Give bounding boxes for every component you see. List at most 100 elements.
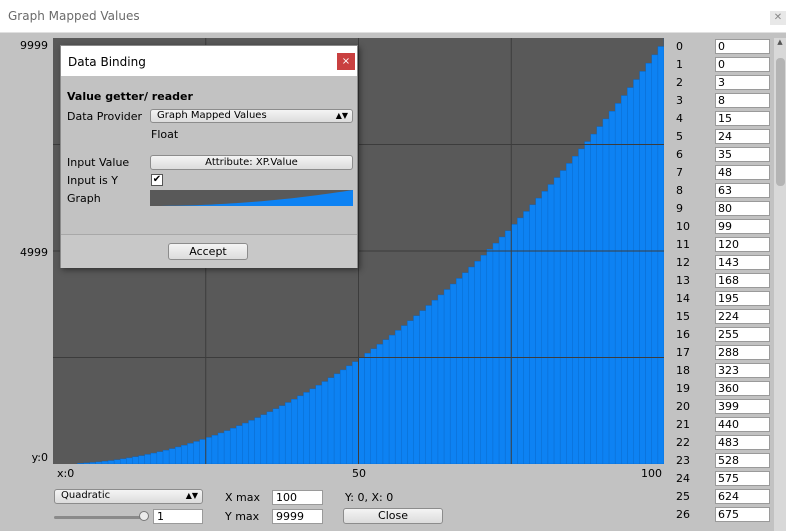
window-close-icon[interactable]: ✕: [770, 11, 786, 25]
curve-type-value: Quadratic: [61, 490, 111, 501]
row-value-field[interactable]: 0: [715, 57, 770, 72]
row-value-field[interactable]: 288: [715, 345, 770, 360]
graph-bar: [608, 111, 616, 464]
row-value-field[interactable]: 24: [715, 129, 770, 144]
graph-bar: [211, 435, 219, 464]
row-index: 24: [676, 472, 690, 485]
dialog-close-icon[interactable]: ×: [337, 53, 355, 70]
graph-bar: [352, 361, 360, 464]
graph-bar: [217, 432, 225, 464]
row-index: 4: [676, 112, 683, 125]
graph-bar: [456, 278, 463, 464]
cursor-status: Y: 0, X: 0: [345, 491, 394, 504]
graph-bar: [120, 458, 127, 464]
graph-bar: [633, 79, 641, 464]
row-index: 8: [676, 184, 683, 197]
curve-type-select[interactable]: Quadratic ▲▼: [54, 489, 203, 504]
graph-bar: [553, 177, 561, 464]
row-index: 16: [676, 328, 690, 341]
dialog-header: Data Binding ×: [61, 46, 357, 76]
row-index: 3: [676, 94, 683, 107]
graph-bar: [517, 217, 524, 464]
row-value-field[interactable]: 0: [715, 39, 770, 54]
graph-preview[interactable]: [150, 190, 353, 206]
graph-bar: [156, 451, 164, 464]
graph-bar: [645, 62, 653, 464]
graph-bar: [431, 300, 439, 464]
row-value-field[interactable]: 323: [715, 363, 770, 378]
row-value-field[interactable]: 120: [715, 237, 770, 252]
row-value-field[interactable]: 3: [715, 75, 770, 90]
input-is-y-checkbox[interactable]: ✔: [151, 174, 163, 186]
dialog-section-title: Value getter/ reader: [67, 90, 193, 103]
graph-bar: [657, 46, 664, 464]
row-value-field[interactable]: 168: [715, 273, 770, 288]
provider-label: Data Provider: [67, 110, 143, 123]
row-value-field[interactable]: 63: [715, 183, 770, 198]
row-index: 15: [676, 310, 690, 323]
graph-bar: [174, 446, 182, 464]
scroll-up-icon[interactable]: ▲: [775, 38, 785, 50]
row-value-field[interactable]: 624: [715, 489, 770, 504]
row-value-field[interactable]: 440: [715, 417, 770, 432]
row-value-field[interactable]: 143: [715, 255, 770, 270]
graph-bar: [492, 242, 500, 464]
row-value-field[interactable]: 99: [715, 219, 770, 234]
graph-bar: [291, 399, 298, 464]
row-value-field[interactable]: 35: [715, 147, 770, 162]
slider-handle[interactable]: [139, 511, 149, 521]
graph-bar: [578, 148, 586, 464]
graph-bar: [498, 236, 506, 464]
row-value-field[interactable]: 399: [715, 399, 770, 414]
graph-bar: [260, 414, 268, 464]
row-index: 23: [676, 454, 690, 467]
row-index: 14: [676, 292, 690, 305]
row-value-field[interactable]: 675: [715, 507, 770, 522]
graph-bar: [315, 385, 323, 464]
slider-track[interactable]: [54, 516, 144, 519]
row-index: 7: [676, 166, 683, 179]
graph-bar: [162, 450, 170, 464]
row-value-field[interactable]: 224: [715, 309, 770, 324]
x-label-left: x:0: [57, 467, 75, 480]
ymax-label: Y max: [225, 510, 260, 523]
slider-value-field[interactable]: 1: [153, 509, 203, 524]
row-value-field[interactable]: 575: [715, 471, 770, 486]
row-index: 19: [676, 382, 690, 395]
row-value-field[interactable]: 483: [715, 435, 770, 450]
x-label-right: 100: [641, 467, 662, 480]
select-arrows-icon: ▲▼: [185, 491, 198, 500]
input-value-button[interactable]: Attribute: XP.Value: [150, 155, 353, 170]
graph-bar: [181, 445, 188, 464]
graph-bar: [199, 439, 207, 464]
row-value-field[interactable]: 195: [715, 291, 770, 306]
graph-bar: [346, 365, 353, 464]
row-value-field[interactable]: 528: [715, 453, 770, 468]
provider-select[interactable]: Graph Mapped Values ▲▼: [150, 109, 353, 123]
row-value-field[interactable]: 80: [715, 201, 770, 216]
row-value-field[interactable]: 8: [715, 93, 770, 108]
row-value-field[interactable]: 15: [715, 111, 770, 126]
accept-button[interactable]: Accept: [168, 243, 248, 260]
close-button[interactable]: Close: [343, 508, 443, 524]
graph-bar: [529, 204, 537, 464]
graph-bar: [333, 373, 341, 464]
graph-bar: [132, 456, 140, 464]
graph-bar: [596, 126, 604, 464]
scrollbar-thumb[interactable]: [776, 58, 785, 186]
graph-bar: [358, 357, 366, 464]
graph-bar: [388, 334, 396, 464]
row-value-field[interactable]: 360: [715, 381, 770, 396]
graph-bar: [394, 330, 402, 464]
xmax-field[interactable]: 100: [272, 490, 323, 505]
y-label-bottom: y:0: [31, 451, 48, 464]
graph-bar: [376, 344, 384, 464]
row-index: 21: [676, 418, 690, 431]
graph-bar: [382, 339, 390, 464]
provider-type: Float: [151, 128, 179, 141]
ymax-field[interactable]: 9999: [272, 509, 323, 524]
graph-bar: [236, 425, 243, 464]
row-value-field[interactable]: 48: [715, 165, 770, 180]
graph-bar: [229, 427, 237, 464]
row-value-field[interactable]: 255: [715, 327, 770, 342]
